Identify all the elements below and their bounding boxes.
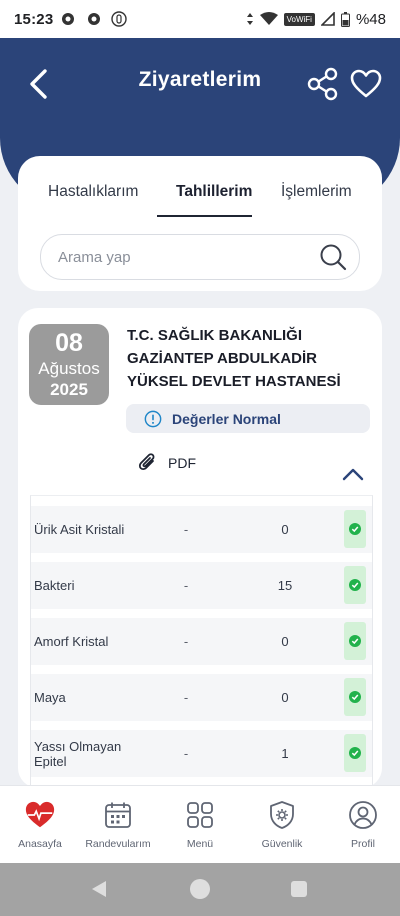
shield-gear-icon: [266, 799, 298, 831]
result-name: Amorf Kristal: [34, 634, 109, 649]
chrome-icon: [87, 12, 101, 26]
status-badge: Değerler Normal: [126, 404, 370, 433]
normal-status-indicator: [344, 734, 366, 772]
heart-home-icon: [24, 799, 56, 831]
info-icon: [144, 410, 162, 427]
search-input[interactable]: [56, 235, 310, 279]
grid-icon: [184, 799, 216, 831]
tab-islemlerim[interactable]: İşlemlerim: [281, 183, 352, 201]
status-right: VoWiFi %48: [246, 0, 386, 38]
favorite-button[interactable]: [346, 64, 386, 104]
nav-item-anasayfa[interactable]: Anasayfa: [0, 786, 80, 864]
table-row: Maya - 0: [31, 674, 372, 721]
paperclip-icon: [138, 453, 155, 471]
system-nav-bar: [0, 863, 400, 916]
date-month: Ağustos: [38, 359, 100, 378]
visit-card[interactable]: 08 Ağustos 2025 T.C. SAĞLIK BAKANLIĞI GA…: [18, 308, 382, 788]
normal-status-indicator: [344, 678, 366, 716]
nav-item-randevularim[interactable]: Randevularım: [78, 786, 158, 864]
nav-label: Menü: [186, 838, 214, 850]
heart-icon: [350, 69, 382, 98]
check-icon: [349, 747, 361, 759]
result-name: Ürik Asit Kristali: [34, 522, 125, 537]
chrome-icon: [61, 12, 75, 26]
results-table: Ürik Asit Kristali - 0 Bakteri - 15 Amor…: [30, 495, 373, 788]
pdf-label: PDF: [168, 455, 196, 471]
collapse-button[interactable]: [340, 464, 366, 484]
date-badge: 08 Ağustos 2025: [29, 324, 109, 405]
hospital-name: T.C. SAĞLIK BAKANLIĞI GAZİANTEP ABDULKAD…: [127, 327, 341, 390]
normal-status-indicator: [344, 510, 366, 548]
result-reference: -: [183, 746, 189, 761]
normal-status-indicator: [344, 566, 366, 604]
result-reference: -: [183, 522, 189, 537]
tab-tahlillerim[interactable]: Tahlillerim: [176, 183, 252, 201]
network-label: VoWiFi: [283, 12, 315, 26]
result-value: 0: [281, 634, 289, 649]
date-day: 08: [55, 329, 83, 357]
battery-icon: [340, 11, 350, 27]
system-back-button[interactable]: [89, 879, 109, 899]
data-arrows-icon: [246, 13, 253, 25]
battery-percent: %48: [355, 10, 386, 28]
result-value: 15: [277, 578, 293, 593]
table-row: Ürik Asit Kristali - 0: [31, 506, 372, 553]
profile-icon: [347, 799, 379, 831]
share-icon: [307, 67, 338, 101]
result-name: Maya: [34, 690, 66, 705]
status-time: 15:23: [14, 10, 54, 28]
chevron-up-icon: [342, 468, 364, 481]
table-row: Bakteri - 15: [31, 562, 372, 609]
nav-item-profil[interactable]: Profil: [323, 786, 400, 864]
check-icon: [349, 579, 361, 591]
table-row: Yassı Olmayan Epitel - 1: [31, 730, 372, 777]
share-button[interactable]: [303, 64, 343, 104]
result-name: Yassı Olmayan Epitel: [34, 738, 122, 769]
search-box: [40, 234, 360, 280]
result-name: Bakteri: [34, 578, 75, 593]
nav-label: Anasayfa: [18, 838, 62, 850]
normal-status-indicator: [344, 622, 366, 660]
calendar-icon: [102, 799, 134, 831]
result-reference: -: [183, 578, 189, 593]
nav-item-menu[interactable]: Menü: [160, 786, 240, 864]
notification-icon: [111, 11, 128, 27]
wifi-icon: [259, 12, 278, 25]
status-text: Değerler Normal: [172, 410, 281, 427]
result-value: 1: [281, 746, 289, 761]
check-icon: [349, 635, 361, 647]
result-value: 0: [281, 522, 289, 537]
search-icon[interactable]: [319, 243, 347, 271]
check-icon: [349, 691, 361, 703]
system-home-button[interactable]: [190, 879, 210, 899]
pdf-button[interactable]: PDF: [138, 452, 196, 474]
result-reference: -: [183, 690, 189, 705]
nav-label: Profil: [351, 838, 375, 850]
status-bar: 15:23 VoWiFi %48: [0, 0, 400, 38]
active-tab-indicator: [157, 215, 252, 217]
table-row: Amorf Kristal - 0: [31, 618, 372, 665]
nav-label: Randevularım: [85, 838, 151, 850]
tab-hastaliklarim[interactable]: Hastalıklarım: [48, 183, 138, 201]
check-icon: [349, 523, 361, 535]
result-value: 0: [281, 690, 289, 705]
nav-label: Güvenlik: [261, 838, 303, 850]
nav-item-guvenlik[interactable]: Güvenlik: [242, 786, 322, 864]
result-reference: -: [183, 634, 189, 649]
system-recents-button[interactable]: [291, 881, 307, 897]
signal-icon: [320, 12, 335, 26]
date-year: 2025: [50, 380, 88, 399]
bottom-nav: Anasayfa Randevularım Menü Güvenlik Prof…: [0, 785, 400, 864]
